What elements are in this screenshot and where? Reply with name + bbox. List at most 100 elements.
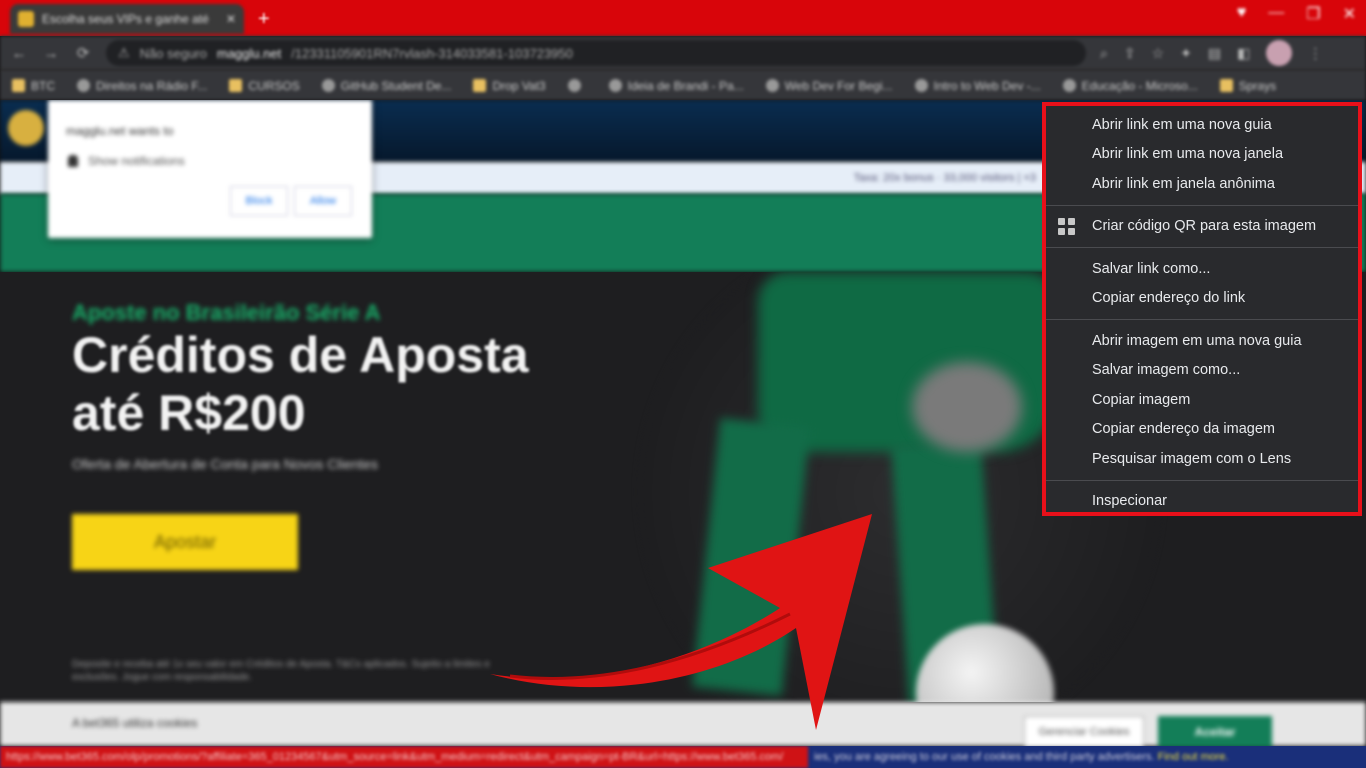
browser-tab-strip: Escolha seus VIPs e ganhe até ✕ + ♥ — ❐ … <box>0 0 1366 36</box>
menu-open-image-new-tab[interactable]: Abrir imagem em uma nova guia <box>1046 326 1358 356</box>
permission-label: Show notifications <box>88 154 185 168</box>
warning-icon[interactable]: ⚠ <box>118 45 130 61</box>
arrow-shaft <box>490 514 872 730</box>
menu-create-qr-code[interactable]: Criar código QR para esta imagem <box>1046 212 1358 242</box>
site-logo[interactable] <box>8 110 44 146</box>
toolbar-icons: ⌕ ⇪ ☆ ✦ ▤ ◧ ⋮ <box>1100 40 1322 66</box>
menu-save-image-as[interactable]: Salvar imagem como... <box>1046 356 1358 386</box>
tab-title: Escolha seus VIPs e ganhe até <box>42 12 209 26</box>
security-label: Não seguro <box>139 45 207 61</box>
bookmark-item[interactable]: Ideia de Brandi - Pa... <box>608 78 744 93</box>
chrome-icon <box>608 79 622 92</box>
accept-cookies-button[interactable]: Aceitar <box>1158 716 1272 746</box>
bookmark-item[interactable]: Drop Vat3 <box>473 78 546 93</box>
folder-icon <box>229 79 243 92</box>
address-bar[interactable]: ⚠ Não seguro magglu.net /12331105901RN7r… <box>106 40 1086 66</box>
hero-title: Créditos de Aposta até R$200 <box>72 326 529 442</box>
reading-list-icon[interactable]: ▤ <box>1208 45 1221 62</box>
reload-button[interactable]: ⟳ <box>74 44 92 62</box>
manage-cookies-button[interactable]: Gerenciar Cookies <box>1024 716 1144 746</box>
github-icon <box>321 79 335 92</box>
context-menu: Abrir link em uma nova guia Abrir link e… <box>1042 102 1362 516</box>
hero-kicker: Aposte no Brasileirão Série A <box>72 300 381 325</box>
profile-avatar[interactable] <box>1266 40 1293 66</box>
menu-save-link-as[interactable]: Salvar link como... <box>1046 254 1358 284</box>
menu-open-link-incognito[interactable]: Abrir link em janela anônima <box>1046 169 1358 199</box>
allow-button[interactable]: Allow <box>294 186 352 216</box>
bookmark-label: Sprays <box>1238 78 1277 93</box>
bet-button[interactable]: Apostar <box>72 514 298 570</box>
bookmark-label: Drop Vat3 <box>492 78 546 93</box>
bookmark-label: GitHub Student De... <box>340 78 452 93</box>
block-button[interactable]: Block <box>230 186 288 216</box>
bookmark-star-icon[interactable]: ☆ <box>1152 45 1165 62</box>
bookmark-label: Direitos na Rádio F... <box>96 78 208 93</box>
maximize-button[interactable]: ❐ <box>1306 4 1320 24</box>
tab-favicon-icon <box>18 11 34 27</box>
folder-icon <box>12 79 25 92</box>
folder-icon <box>473 79 487 92</box>
cookie-text: A bet365 utiliza cookies <box>72 716 198 730</box>
bookmark-item[interactable]: GitHub Student De... <box>321 78 452 93</box>
bookmarks-bar: BTC Direitos na Rádio F... CURSOS GitHub… <box>0 70 1366 100</box>
site-info-text: Taxa: 20x bonus · 33,000 visitors | ×3 <box>853 172 1036 184</box>
qr-code-icon <box>1058 217 1076 236</box>
new-tab-button[interactable]: + <box>258 8 270 31</box>
hero-subtitle: Oferta de Abertura de Conta para Novos C… <box>72 456 378 472</box>
menu-search-image-lens[interactable]: Pesquisar imagem com o Lens <box>1046 444 1358 474</box>
close-window-button[interactable]: ✕ <box>1343 4 1356 24</box>
menu-item-label: Criar código QR para esta imagem <box>1092 218 1317 235</box>
extensions-icon[interactable]: ✦ <box>1180 45 1192 62</box>
bookmark-label: BTC <box>31 78 55 93</box>
url-path: /12331105901RN7rvlash-314033581-10372395… <box>291 45 573 61</box>
bookmark-item[interactable] <box>567 79 587 92</box>
cookie-notice: ies, you are agreeing to our use of cook… <box>814 746 1229 768</box>
menu-open-link-new-window[interactable]: Abrir link em uma nova janela <box>1046 140 1358 170</box>
menu-copy-image-address[interactable]: Copiar endereço da imagem <box>1046 415 1358 445</box>
bookmark-item[interactable]: Intro to Web Dev -... <box>914 78 1041 93</box>
browser-toolbar: ← → ⟳ ⚠ Não seguro magglu.net /123311059… <box>0 36 1366 70</box>
folder-icon <box>1219 79 1233 92</box>
menu-copy-image[interactable]: Copiar imagem <box>1046 385 1358 415</box>
player-knee <box>912 362 1022 452</box>
bookmark-item[interactable]: Educação - Microso... <box>1062 78 1198 93</box>
favorite-icon[interactable]: ♥ <box>1237 4 1247 24</box>
google-icon <box>567 79 581 92</box>
find-out-more-link[interactable]: Find out more. <box>1158 751 1229 763</box>
minimize-button[interactable]: — <box>1268 4 1284 24</box>
bookmark-label: Intro to Web Dev -... <box>933 78 1041 93</box>
menu-separator <box>1046 247 1358 248</box>
bookmark-item[interactable]: BTC <box>12 79 55 93</box>
menu-kebab-icon[interactable]: ⋮ <box>1308 45 1322 62</box>
window-controls: ♥ — ❐ ✕ <box>1237 4 1356 24</box>
site-icon <box>765 79 779 92</box>
share-icon[interactable]: ⇪ <box>1124 45 1136 62</box>
status-url: https://www.bet365.com/olp/promotions/?a… <box>0 746 808 768</box>
bookmark-label: Educação - Microso... <box>1081 78 1198 93</box>
cookie-notice-text: ies, you are agreeing to our use of cook… <box>814 751 1155 763</box>
menu-copy-link-address[interactable]: Copiar endereço do link <box>1046 284 1358 314</box>
site-icon <box>77 79 90 92</box>
bookmark-item[interactable]: CURSOS <box>229 78 300 93</box>
menu-separator <box>1046 479 1358 481</box>
lens-icon[interactable]: ⌕ <box>1100 45 1108 62</box>
site-icon <box>914 79 928 92</box>
tab-close-icon[interactable]: ✕ <box>226 12 236 26</box>
bookmark-item[interactable]: Web Dev For Begi... <box>765 79 893 93</box>
bookmark-label: CURSOS <box>248 78 300 93</box>
bookmark-label: Ideia de Brandi - Pa... <box>627 78 744 93</box>
hero-title-line: até R$200 <box>72 385 306 441</box>
prompt-permission: Show notifications <box>68 154 185 168</box>
menu-separator <box>1046 319 1358 320</box>
menu-open-link-new-tab[interactable]: Abrir link em uma nova guia <box>1046 110 1358 140</box>
browser-tab[interactable]: Escolha seus VIPs e ganhe até ✕ <box>10 4 244 34</box>
site-icon <box>1062 79 1076 92</box>
bookmark-item[interactable]: Direitos na Rádio F... <box>77 79 207 93</box>
prompt-title: magglu.net wants to <box>66 124 174 138</box>
back-button[interactable]: ← <box>10 45 28 62</box>
bookmark-item[interactable]: Sprays <box>1219 78 1277 93</box>
side-panel-icon[interactable]: ◧ <box>1237 45 1250 62</box>
url-host: magglu.net <box>216 45 282 61</box>
menu-inspect[interactable]: Inspecionar <box>1046 487 1358 517</box>
forward-button[interactable]: → <box>42 45 60 62</box>
